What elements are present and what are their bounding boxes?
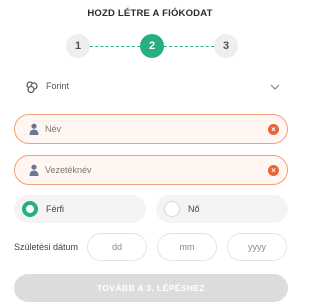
user-icon (29, 164, 39, 176)
dob-month-field[interactable] (157, 233, 217, 261)
last-name-input[interactable] (45, 162, 245, 178)
dob-year-field[interactable] (227, 233, 287, 261)
next-step-button[interactable]: TOVÁBB A 3. LÉPÉSHEZ (14, 274, 288, 302)
page-title: HOZD LÉTRE A FIÓKODAT (87, 8, 213, 19)
currency-value: Forint (46, 81, 70, 91)
step-2-active: 2 (140, 34, 164, 58)
dob-label: Születési dátum (14, 242, 79, 252)
step-1: 1 (66, 34, 90, 58)
coins-icon (26, 81, 38, 93)
error-clear-icon[interactable]: × (268, 124, 279, 135)
step-connector (90, 45, 140, 47)
step-connector (164, 45, 214, 47)
dob-day-input[interactable] (88, 234, 146, 260)
gender-label-female: Nő (188, 204, 200, 214)
step-3: 3 (214, 34, 238, 58)
last-name-field[interactable]: × (14, 155, 288, 185)
user-icon (29, 123, 39, 135)
progress-stepper: 1 2 3 (66, 34, 238, 58)
currency-select[interactable]: Forint (14, 73, 288, 102)
radio-selected-icon (22, 201, 38, 217)
gender-option-male[interactable]: Férfi (14, 195, 146, 223)
dob-month-input[interactable] (158, 234, 216, 260)
error-clear-icon[interactable]: × (268, 165, 279, 176)
gender-label-male: Férfi (46, 204, 64, 214)
first-name-field[interactable]: × (14, 114, 288, 144)
dob-year-input[interactable] (228, 234, 286, 260)
dob-day-field[interactable] (87, 233, 147, 261)
gender-option-female[interactable]: Nő (156, 195, 288, 223)
first-name-input[interactable] (45, 121, 245, 137)
radio-unselected-icon (164, 201, 180, 217)
chevron-down-icon (270, 84, 280, 90)
